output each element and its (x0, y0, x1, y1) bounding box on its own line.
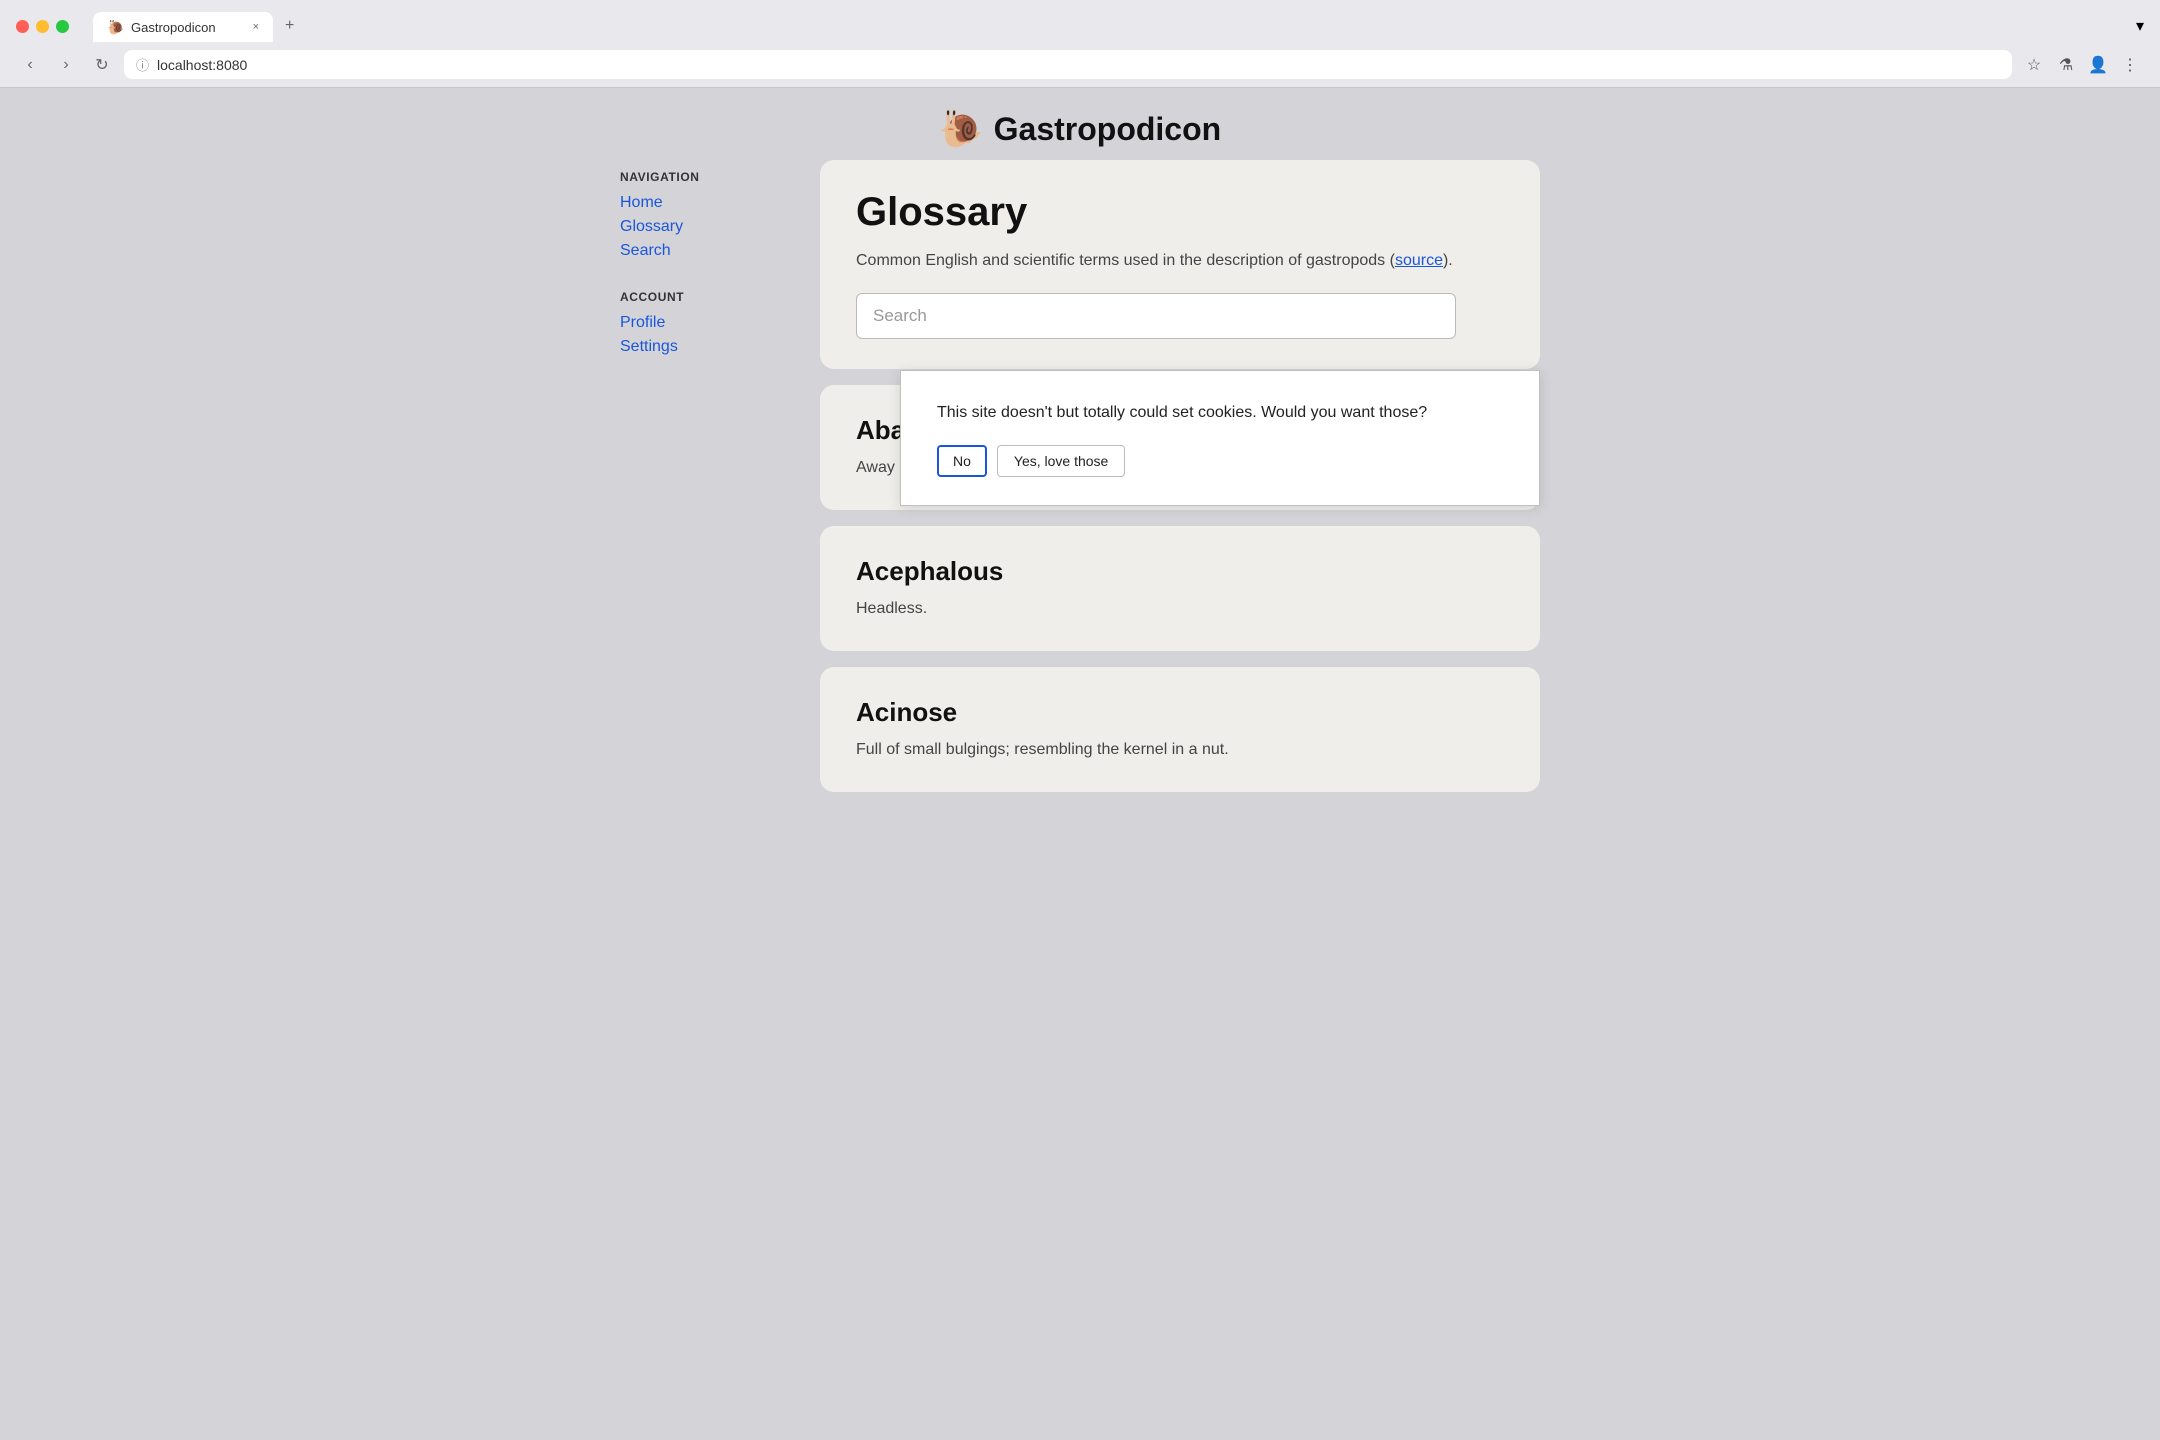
site-logo-area: 🐌 Gastropodicon (939, 108, 1221, 150)
address-url: localhost:8080 (157, 57, 2000, 73)
cookie-no-button[interactable]: No (937, 445, 987, 477)
cookie-message: This site doesn't but totally could set … (937, 401, 1503, 425)
source-link[interactable]: source (1395, 252, 1443, 269)
minimize-button[interactable] (36, 20, 49, 33)
flask-icon[interactable]: ⚗ (2052, 51, 2080, 79)
nav-link-profile[interactable]: Profile (620, 312, 800, 334)
tab-close-icon[interactable]: × (253, 21, 259, 33)
entry-title-2: Acinose (856, 697, 1504, 728)
nav-link-home[interactable]: Home (620, 192, 800, 214)
search-input[interactable] (856, 293, 1456, 339)
site-title: Gastropodicon (994, 111, 1222, 148)
address-security-icon: ⓘ (136, 55, 149, 74)
entry-card-2: Acinose Full of small bulgings; resembli… (820, 667, 1540, 792)
entry-card-1: Acephalous Headless. (820, 526, 1540, 651)
site-header: 🐌 Gastropodicon (0, 88, 2160, 160)
account-section-label: ACCOUNT (620, 290, 800, 304)
toolbar-icons: ☆ ⚗ 👤 ⋮ (2020, 51, 2144, 79)
browser-toolbar: ‹ › ↻ ⓘ localhost:8080 ☆ ⚗ 👤 ⋮ (0, 42, 2160, 87)
new-tab-button[interactable]: + (275, 10, 304, 42)
menu-icon[interactable]: ⋮ (2116, 51, 2144, 79)
tab-dropdown[interactable]: ▾ (2136, 16, 2144, 36)
titlebar: 🐌 Gastropodicon × + ▾ (0, 0, 2160, 42)
nav-link-search[interactable]: Search (620, 240, 800, 262)
main-content: Glossary Common English and scientific t… (820, 160, 1540, 792)
browser-chrome: 🐌 Gastropodicon × + ▾ ‹ › ↻ ⓘ localhost:… (0, 0, 2160, 88)
tab-bar: 🐌 Gastropodicon × + (93, 10, 304, 42)
layout-row: NAVIGATION Home Glossary Search ACCOUNT … (620, 160, 1540, 792)
profile-icon[interactable]: 👤 (2084, 51, 2112, 79)
entry-title-1: Acephalous (856, 556, 1504, 587)
full-page: 🐌 Gastropodicon × + ▾ ‹ › ↻ ⓘ localhost:… (0, 0, 2160, 1440)
glossary-title: Glossary (856, 190, 1504, 235)
cookie-yes-button[interactable]: Yes, love those (997, 445, 1125, 477)
glossary-header-card: Glossary Common English and scientific t… (820, 160, 1540, 369)
glossary-description: Common English and scientific terms used… (856, 249, 1504, 273)
reload-button[interactable]: ↻ (88, 51, 116, 79)
account-links: Profile Settings (620, 312, 800, 358)
close-button[interactable] (16, 20, 29, 33)
entry-desc-2: Full of small bulgings; resembling the k… (856, 738, 1504, 762)
content-wrapper: NAVIGATION Home Glossary Search ACCOUNT … (590, 160, 1570, 832)
nav-section-label: NAVIGATION (620, 170, 800, 184)
tab-title: Gastropodicon (131, 20, 245, 35)
maximize-button[interactable] (56, 20, 69, 33)
sidebar: NAVIGATION Home Glossary Search ACCOUNT … (620, 160, 800, 386)
cookie-buttons: No Yes, love those (937, 445, 1503, 477)
entry-desc-1: Headless. (856, 597, 1504, 621)
back-button[interactable]: ‹ (16, 51, 44, 79)
nav-link-settings[interactable]: Settings (620, 336, 800, 358)
tab-favicon: 🐌 (107, 19, 123, 35)
address-bar[interactable]: ⓘ localhost:8080 (124, 50, 2012, 79)
traffic-lights (16, 20, 69, 33)
nav-link-glossary[interactable]: Glossary (620, 216, 800, 238)
bookmark-icon[interactable]: ☆ (2020, 51, 2048, 79)
active-tab[interactable]: 🐌 Gastropodicon × (93, 12, 273, 42)
cookie-dialog: This site doesn't but totally could set … (900, 370, 1540, 506)
site-logo-icon: 🐌 (939, 108, 984, 150)
nav-links: Home Glossary Search (620, 192, 800, 262)
forward-button[interactable]: › (52, 51, 80, 79)
cookie-dialog-overlay: This site doesn't but totally could set … (900, 370, 1540, 506)
